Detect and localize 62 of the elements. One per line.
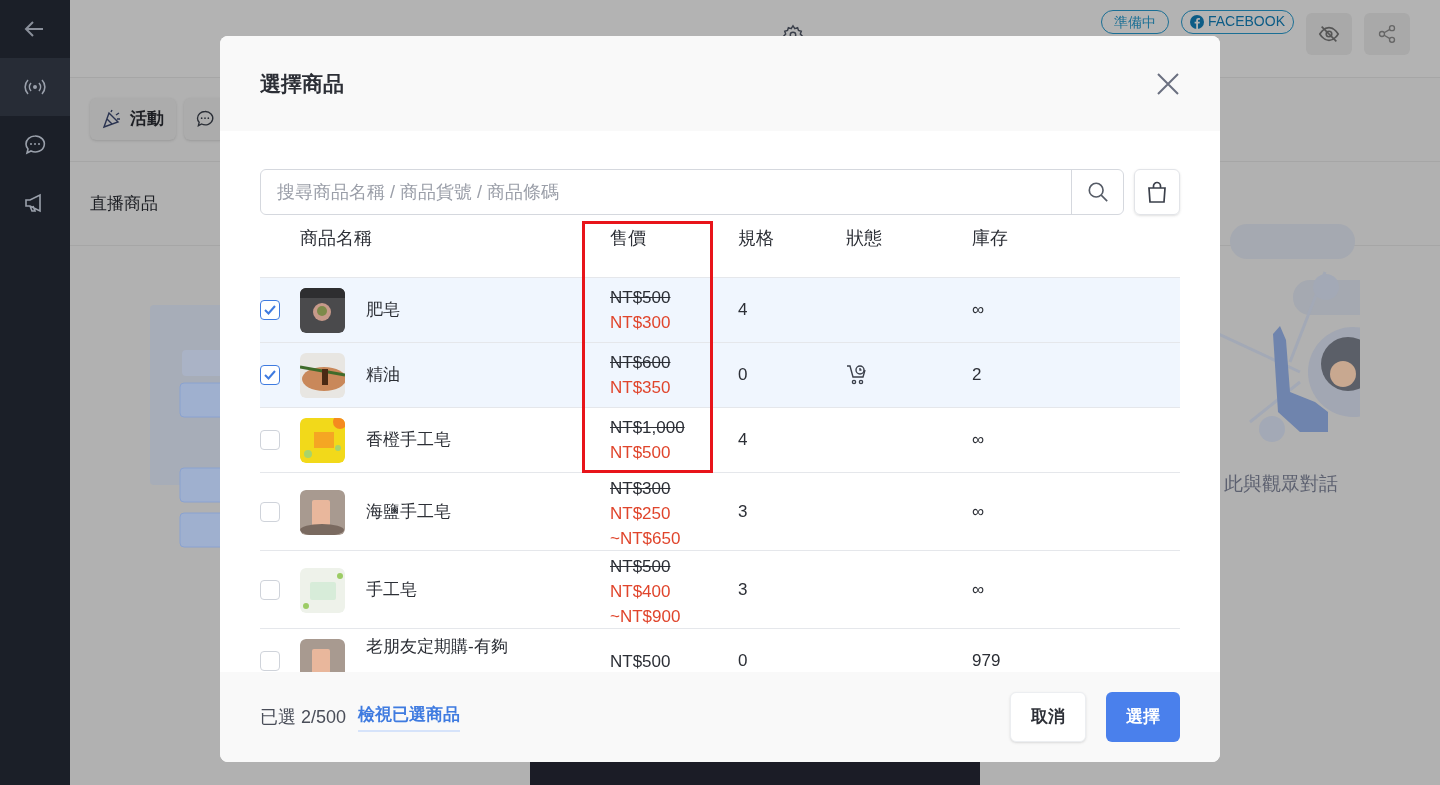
original-price: NT$300 (610, 478, 672, 500)
dialog-title: 選擇商品 (260, 70, 344, 97)
stock-count: 2 (972, 364, 983, 387)
original-price: NT$500 (610, 287, 672, 309)
sidebar-item[interactable] (0, 58, 70, 116)
row-checkbox[interactable] (260, 300, 280, 320)
sale-price: ~NT$650 (610, 528, 682, 550)
spec-count: 3 (738, 501, 749, 524)
checkmark-icon (263, 303, 277, 317)
sale-price: NT$250 (610, 503, 672, 525)
spec-count: 0 (738, 364, 749, 387)
sale-price: NT$300 (610, 312, 672, 334)
product-name: 肥皂 (366, 299, 401, 322)
original-price: NT$1,000 (610, 417, 686, 439)
column-header: 售價 (610, 227, 647, 250)
chat-icon (195, 109, 215, 129)
original-price: NT$500 (610, 556, 672, 578)
stock-count: ∞ (972, 501, 986, 524)
table-row[interactable]: 精油 NT$600 NT$350 0 2 (260, 343, 1180, 408)
facebook-icon (1189, 14, 1204, 29)
product-name: 老朋友定期購-有夠 (366, 636, 509, 658)
share-button[interactable] (1364, 12, 1410, 55)
cancel-button[interactable]: 取消 (1010, 692, 1086, 742)
section-title: 直播商品 (90, 192, 158, 215)
product-name: 精油 (366, 364, 401, 387)
shopping-bag-icon (1147, 181, 1167, 203)
column-header: 商品名稱 (300, 227, 373, 250)
bag-button[interactable] (1134, 169, 1180, 215)
sale-price: NT$400 (610, 581, 672, 603)
price: NT$500 (610, 650, 672, 672)
sale-price: ~NT$900 (610, 606, 682, 628)
search-icon (1086, 181, 1109, 203)
stock-count: ∞ (972, 299, 986, 322)
original-price: NT$600 (610, 352, 672, 374)
chat-icon (23, 133, 47, 157)
checkmark-icon (263, 368, 277, 382)
product-name: 海鹽手工皂 (366, 501, 452, 524)
visibility-button[interactable] (1306, 12, 1352, 55)
column-header: 狀態 (846, 227, 883, 250)
party-popper-icon (102, 109, 122, 129)
selected-count: 已選 2/500 (260, 705, 347, 729)
sale-price: NT$500 (610, 442, 672, 464)
column-header: 規格 (738, 227, 775, 250)
share-icon (1377, 23, 1397, 44)
close-icon[interactable] (1156, 71, 1180, 96)
product-name: 香橙手工皂 (366, 429, 452, 452)
spec-count: 3 (738, 579, 749, 602)
product-name: 手工皂 (366, 579, 418, 602)
row-checkbox[interactable] (260, 365, 280, 385)
table-row[interactable]: 肥皂 NT$500 NT$300 4 ∞ (260, 278, 1180, 343)
stock-count: ∞ (972, 429, 986, 452)
column-header: 庫存 (972, 227, 1009, 250)
stock-count: 979 (972, 650, 1002, 672)
view-selected-link[interactable]: 檢視已選商品 (358, 702, 461, 732)
activity-button[interactable]: 活動 (90, 98, 176, 140)
sale-price: NT$350 (610, 377, 672, 399)
stock-count: ∞ (972, 579, 986, 602)
chat-hint: 此與觀眾對話 (1223, 472, 1338, 496)
spec-count: 4 (738, 429, 749, 452)
spec-count: 0 (738, 650, 749, 672)
spec-count: 4 (738, 299, 749, 322)
select-button[interactable]: 選擇 (1106, 692, 1180, 742)
